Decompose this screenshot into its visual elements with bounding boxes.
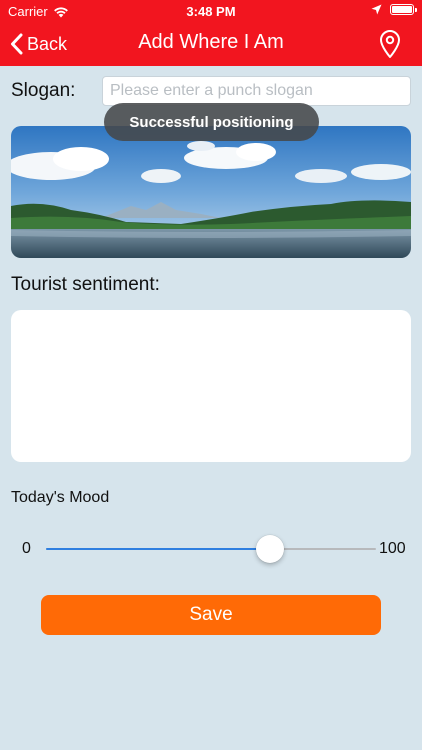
mood-label: Today's Mood xyxy=(11,489,110,506)
page-title: Add Where I Am xyxy=(138,31,284,53)
slogan-label: Slogan: xyxy=(11,80,76,101)
location-button[interactable] xyxy=(378,29,402,59)
mood-slider[interactable] xyxy=(46,533,376,565)
location-arrow-icon xyxy=(371,4,382,15)
status-right xyxy=(371,4,417,15)
sentiment-label: Tourist sentiment: xyxy=(11,274,160,295)
slider-thumb[interactable] xyxy=(256,535,285,563)
slider-fill xyxy=(46,548,271,550)
slider-max-label: 100 xyxy=(379,540,406,557)
header: Carrier 3:48 PM Back Add Where I Am xyxy=(0,0,422,66)
toast-message: Successful positioning xyxy=(104,103,319,141)
location-pin-icon xyxy=(380,30,400,58)
nav-bar: Back Add Where I Am xyxy=(0,22,422,66)
slider-min-label: 0 xyxy=(22,540,31,557)
landscape-image xyxy=(11,126,411,258)
battery-icon xyxy=(390,4,417,15)
save-button[interactable]: Save xyxy=(41,595,381,635)
sentiment-textarea[interactable] xyxy=(11,310,411,462)
slogan-input[interactable] xyxy=(102,76,411,106)
status-bar: Carrier 3:48 PM xyxy=(0,0,422,22)
status-time: 3:48 PM xyxy=(186,4,236,19)
